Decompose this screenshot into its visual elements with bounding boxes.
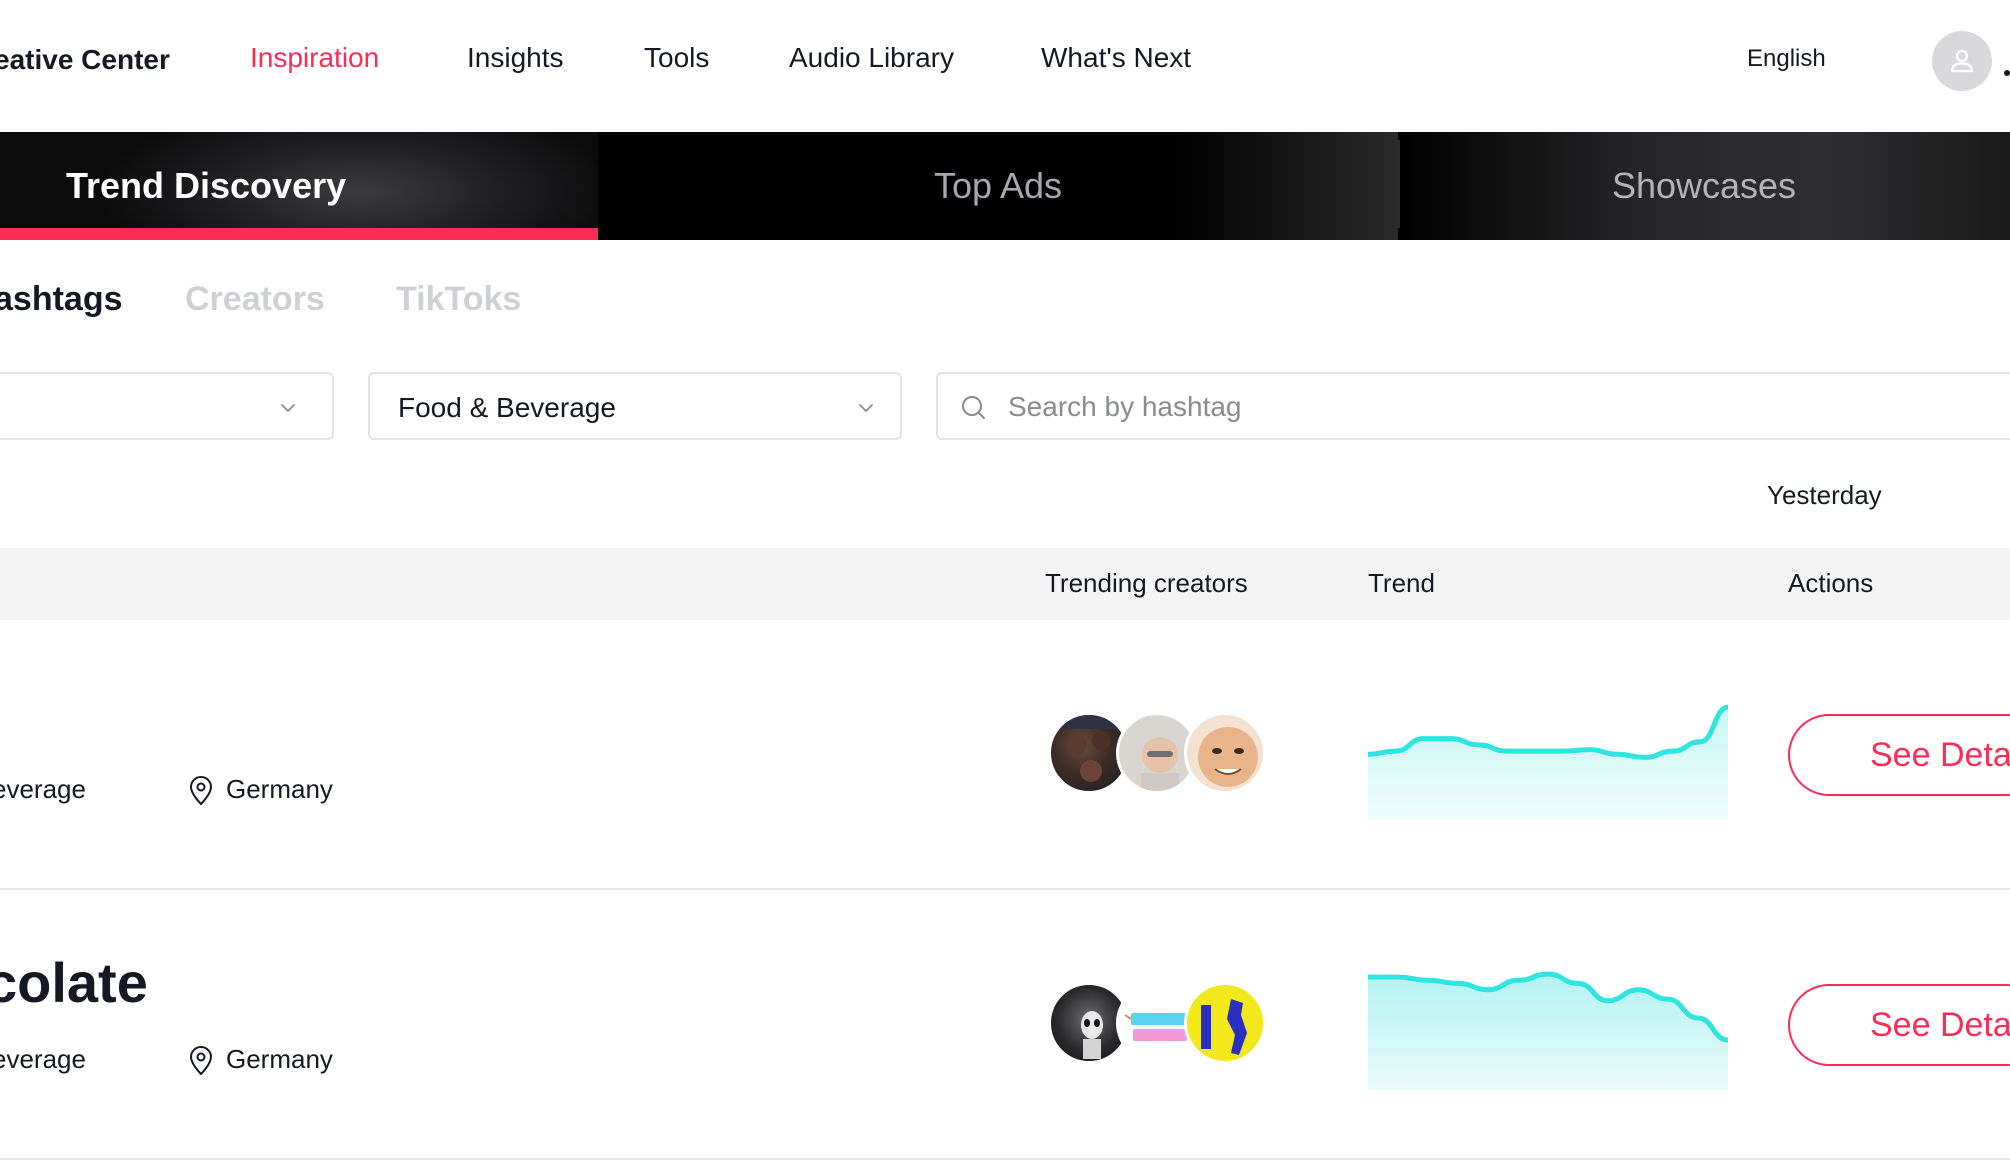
- location-pin-icon: [189, 1046, 213, 1076]
- table-row: everage Germany See Deta: [0, 620, 2010, 890]
- industry-select[interactable]: Food & Beverage: [368, 372, 902, 440]
- tab-showcases[interactable]: Showcases: [1398, 132, 2010, 240]
- industry-label: everage: [0, 1044, 86, 1074]
- top-nav: eative Center Inspiration Insights Tools…: [0, 0, 2010, 132]
- subtab-tiktoks[interactable]: TikToks: [396, 280, 521, 319]
- column-header-trending-creators: Trending creators: [1045, 568, 1248, 598]
- trend-sparkline: [1368, 971, 1728, 1090]
- location-label: Germany: [226, 1044, 333, 1074]
- tab-label: Showcases: [1611, 165, 1797, 206]
- user-icon: [1950, 49, 1974, 73]
- location-select[interactable]: [0, 372, 334, 440]
- subtab-hashtags[interactable]: ashtags: [0, 280, 123, 319]
- divider: [0, 1158, 2010, 1160]
- subtab-creators[interactable]: Creators: [185, 280, 325, 319]
- see-details-button[interactable]: See Deta: [1788, 714, 2010, 796]
- user-avatar-button[interactable]: [1932, 31, 1992, 91]
- trend-sparkline: [1368, 704, 1728, 820]
- see-details-label: See Deta: [1870, 1006, 2010, 1044]
- account-menu-dot[interactable]: [2004, 70, 2010, 76]
- industry-label: everage: [0, 774, 86, 804]
- tab-label: Trend Discovery: [66, 165, 347, 206]
- location-label: Germany: [226, 774, 333, 804]
- trending-creators: [1048, 712, 1268, 794]
- tab-label: Top Ads: [933, 165, 1063, 206]
- see-details-label: See Deta: [1870, 736, 2010, 774]
- language-selector[interactable]: English: [1747, 45, 1826, 73]
- column-header-actions: Actions: [1788, 568, 1874, 598]
- see-details-button[interactable]: See Deta: [1788, 984, 2010, 1066]
- industry-select-value: Food & Beverage: [398, 392, 616, 423]
- brand-logo-text[interactable]: eative Center: [0, 44, 170, 76]
- chevron-down-icon: [281, 404, 295, 412]
- location-pin-icon: [189, 776, 213, 806]
- period-selector[interactable]: Yesterday: [1767, 480, 1882, 511]
- trending-creators: [1048, 982, 1268, 1064]
- active-tab-indicator: [0, 228, 598, 240]
- search-icon: [962, 396, 985, 419]
- nav-link-whats-next[interactable]: What's Next: [1041, 42, 1191, 74]
- column-header-trend: Trend: [1368, 568, 1435, 598]
- nav-link-tools[interactable]: Tools: [644, 42, 709, 74]
- nav-link-audio-library[interactable]: Audio Library: [789, 42, 954, 74]
- tab-trend-discovery[interactable]: Trend Discovery: [0, 132, 598, 240]
- nav-link-insights[interactable]: Insights: [467, 42, 564, 74]
- creator-avatar[interactable]: [1184, 712, 1266, 794]
- table-header: Trending creators Trend Actions: [0, 548, 2010, 620]
- page: eative Center Inspiration Insights Tools…: [0, 0, 2010, 1162]
- chevron-down-icon: [859, 404, 873, 412]
- creator-avatar[interactable]: [1184, 982, 1266, 1064]
- hashtag-title[interactable]: colate: [0, 950, 148, 1015]
- hashtag-search-box: [936, 372, 2010, 440]
- main-tab-bar: Trend Discovery Top Ads Showcases: [0, 132, 2010, 240]
- nav-link-inspiration[interactable]: Inspiration: [250, 42, 379, 74]
- hashtag-search-input[interactable]: [1008, 386, 1908, 428]
- tab-divider: [1398, 140, 1400, 228]
- table-row: colate everage Germany See Deta: [0, 890, 2010, 1160]
- tab-top-ads[interactable]: Top Ads: [598, 132, 1398, 240]
